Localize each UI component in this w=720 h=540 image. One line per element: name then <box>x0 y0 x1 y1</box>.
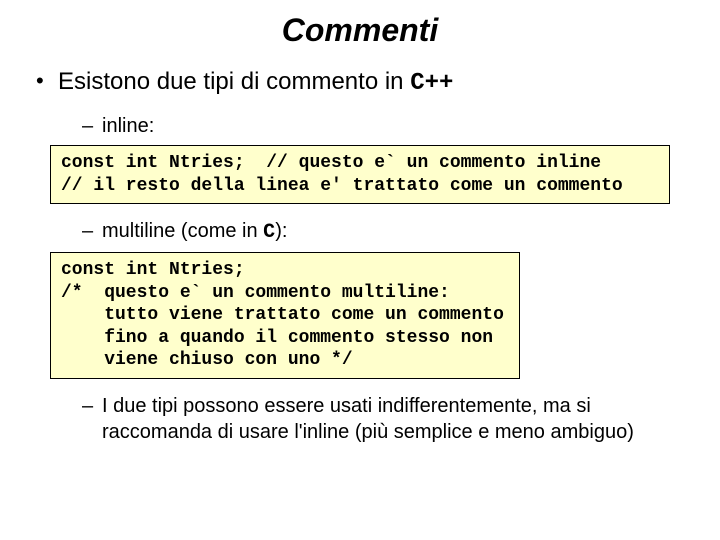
sub-note-text: I due tipi possono essere usati indiffer… <box>102 395 634 443</box>
slide-title: Commenti <box>30 12 690 49</box>
c-label: C <box>263 221 275 244</box>
bullet-level2-note: I due tipi possono essere usati indiffer… <box>30 393 690 445</box>
bullet-level1: Esistono due tipi di commento in C++ <box>30 67 690 99</box>
sub-multiline-suffix: ): <box>275 220 287 242</box>
code-block-inline: const int Ntries; // questo e` un commen… <box>50 145 670 204</box>
bullet-level2-multiline: multiline (come in C): <box>30 218 690 246</box>
sub-multiline-prefix: multiline (come in <box>102 220 263 242</box>
cpp-label: C++ <box>410 70 453 97</box>
slide: Commenti Esistono due tipi di commento i… <box>0 0 720 540</box>
bullet1-text: Esistono due tipi di commento in <box>58 68 410 95</box>
bullet-level2-inline: inline: <box>30 113 690 139</box>
code-block-multiline: const int Ntries; /* questo e` un commen… <box>50 252 520 379</box>
sub-inline-text: inline: <box>102 115 154 137</box>
